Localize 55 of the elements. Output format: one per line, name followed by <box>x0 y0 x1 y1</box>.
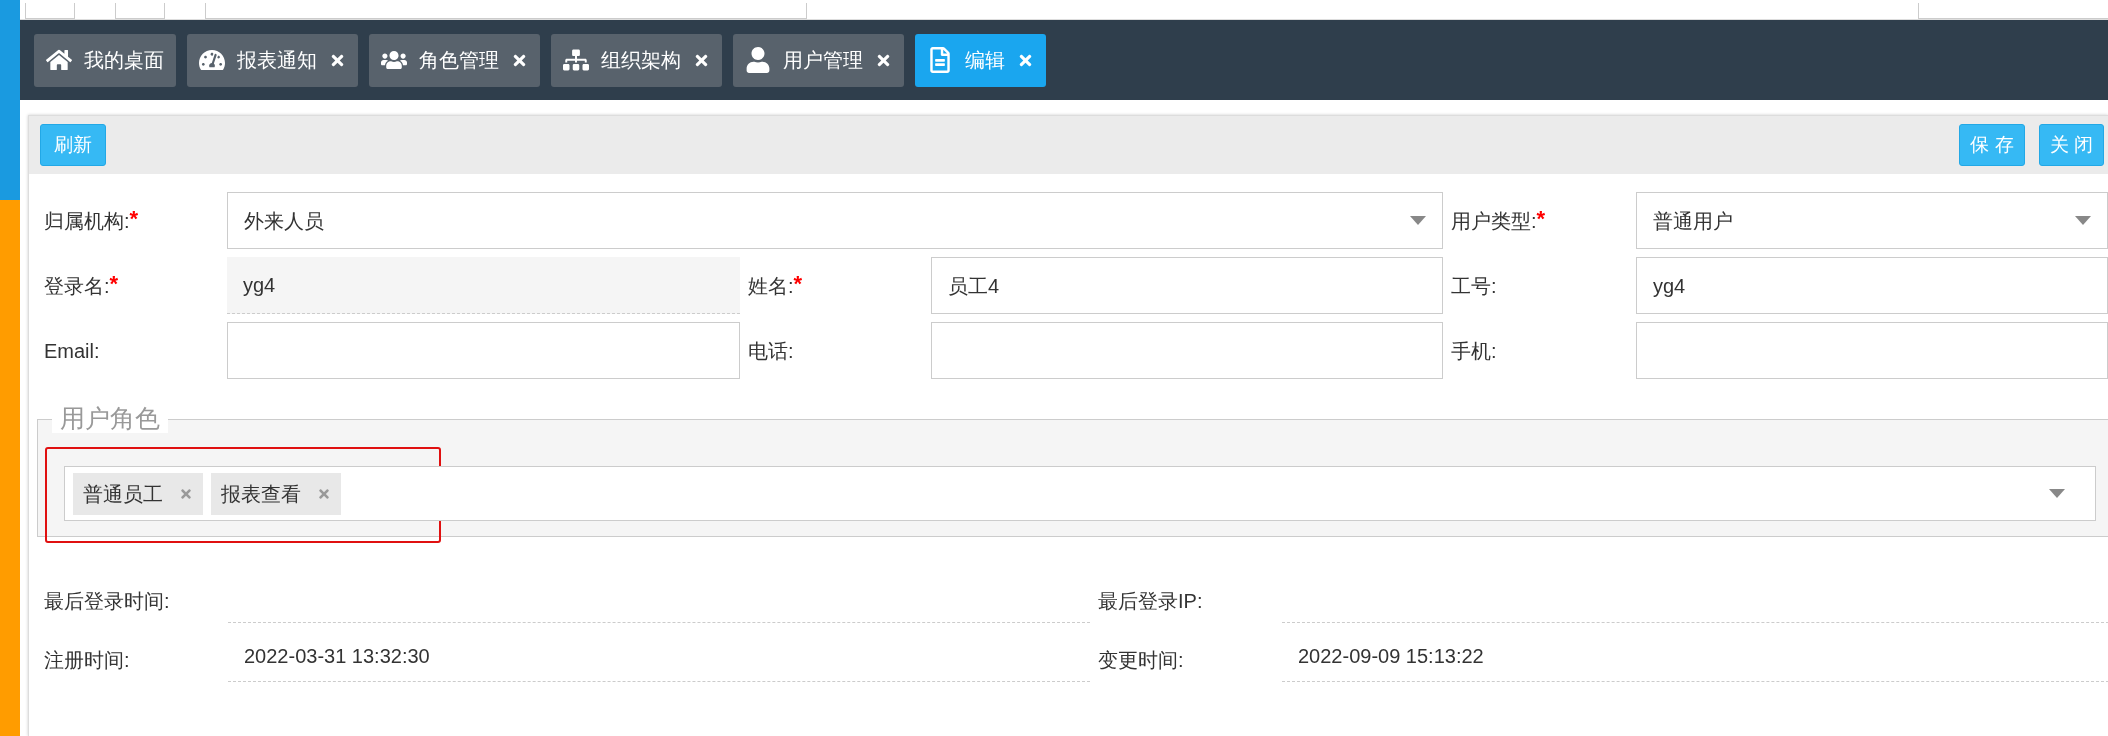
field-label: 电话: <box>748 339 794 364</box>
select-field[interactable]: 普通用户 <box>1636 192 2108 249</box>
tab[interactable]: 组织架构 <box>551 33 722 87</box>
tab-label: 报表通知 <box>237 48 317 73</box>
required-mark: * <box>1536 206 1546 232</box>
multi-select-field[interactable]: 普通员工 报表查看 <box>64 466 2096 521</box>
tab[interactable]: 用户管理 <box>733 33 904 87</box>
info-label: 最后登录时间: <box>44 588 170 614</box>
tab[interactable]: 我的桌面 <box>34 33 176 87</box>
field-label: 手机: <box>1451 339 1497 364</box>
info-value: 2022-03-31 13:32:30 <box>228 630 1090 682</box>
input-field[interactable]: 员工4 <box>931 257 1443 314</box>
input-field[interactable]: yg4 <box>227 257 740 314</box>
tab-label: 组织架构 <box>601 48 681 73</box>
field-label: 姓名: <box>748 274 794 299</box>
gauge-icon <box>199 47 225 73</box>
input-field[interactable] <box>1636 322 2108 379</box>
input-field[interactable] <box>227 322 740 379</box>
tab-label: 编辑 <box>965 48 1005 73</box>
field-label: 登录名: <box>44 274 110 299</box>
info-label: 变更时间: <box>1098 647 1184 673</box>
tab-label: 用户管理 <box>783 48 863 73</box>
role-tag[interactable]: 普通员工 <box>73 472 203 515</box>
tab[interactable]: 角色管理 <box>369 33 540 87</box>
input-field[interactable]: yg4 <box>1636 257 2108 314</box>
home-icon <box>46 47 72 73</box>
input-field[interactable] <box>1918 3 2108 19</box>
info-label: 最后登录IP: <box>1098 588 1203 614</box>
input-field[interactable] <box>931 322 1443 379</box>
info-label: 注册时间: <box>44 647 130 673</box>
fieldset-legend: 用户角色 <box>52 403 168 433</box>
tab-label: 我的桌面 <box>84 48 164 73</box>
caret-icon <box>1410 216 1426 225</box>
input-field[interactable] <box>115 3 165 19</box>
caret-icon <box>2075 216 2091 225</box>
info-value: 2022-09-09 15:13:22 <box>1282 630 2108 682</box>
field-label: 用户类型: <box>1451 209 1537 234</box>
remove-icon[interactable] <box>179 486 193 501</box>
required-mark: * <box>129 206 139 232</box>
required-mark: * <box>109 271 119 297</box>
document-icon <box>927 47 953 73</box>
input-field[interactable] <box>25 3 75 19</box>
remove-icon[interactable] <box>317 486 331 501</box>
field-label: 工号: <box>1451 274 1497 299</box>
field-label: Email: <box>44 339 100 364</box>
tab-label: 角色管理 <box>419 48 499 73</box>
select-field[interactable]: 外来人员 <box>227 192 1443 249</box>
role-tag[interactable]: 报表查看 <box>211 472 341 515</box>
user-icon <box>745 47 771 73</box>
field-label: 归属机构: <box>44 209 130 234</box>
input-field[interactable] <box>205 3 807 19</box>
sitemap-icon <box>563 47 589 73</box>
required-mark: * <box>793 271 803 297</box>
tab[interactable]: 报表通知 <box>187 33 358 87</box>
caret-icon <box>2049 489 2065 498</box>
